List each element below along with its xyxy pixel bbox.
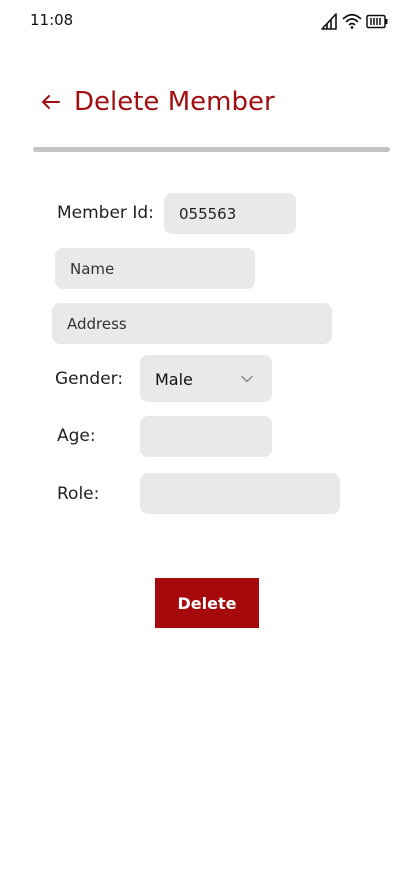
name-input[interactable] xyxy=(55,248,255,289)
page-title: Delete Member xyxy=(74,87,275,117)
address-input[interactable] xyxy=(52,303,332,344)
status-bar: 11:08 xyxy=(0,0,414,40)
status-time: 11:08 xyxy=(30,11,74,29)
role-input[interactable] xyxy=(140,473,340,514)
arrow-left-icon[interactable] xyxy=(40,91,62,113)
gender-select[interactable]: Male xyxy=(140,355,272,402)
age-input[interactable] xyxy=(140,416,272,457)
header-divider xyxy=(33,147,390,152)
member-id-label: Member Id: xyxy=(57,203,154,223)
signal-icon xyxy=(320,12,338,30)
age-label: Age: xyxy=(57,426,96,446)
gender-label: Gender: xyxy=(55,369,124,389)
page-header: Delete Member xyxy=(40,84,275,120)
delete-button[interactable]: Delete xyxy=(155,578,259,628)
status-icons xyxy=(320,12,388,30)
gender-selected-value: Male xyxy=(155,370,193,389)
battery-icon xyxy=(366,12,388,30)
member-id-input[interactable] xyxy=(164,193,296,234)
role-label: Role: xyxy=(57,484,100,504)
wifi-icon xyxy=(342,12,362,30)
